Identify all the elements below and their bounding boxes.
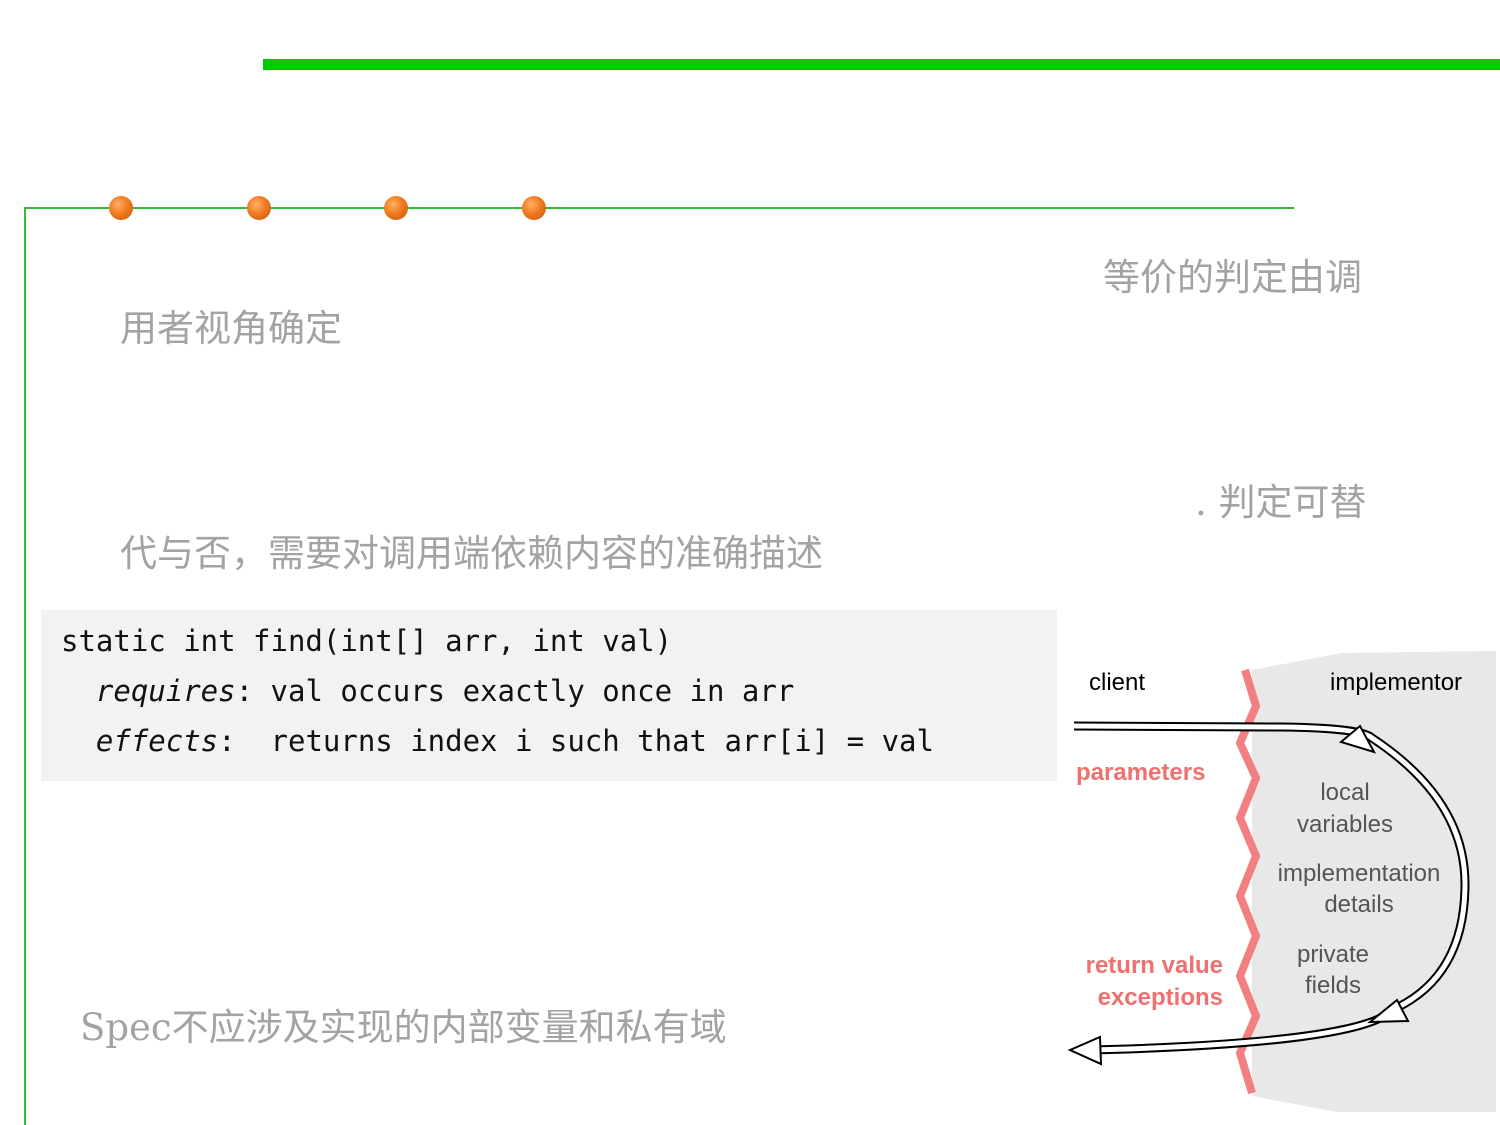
bullet-dot xyxy=(247,196,271,220)
arrowhead-out xyxy=(1067,1035,1103,1066)
label-exceptions: exceptions xyxy=(1098,984,1223,1011)
code-requires-keyword: requires xyxy=(95,674,236,708)
text-line1-right: 等价的判定由调 xyxy=(1103,256,1362,299)
bullet-dot xyxy=(109,196,133,220)
label-implementation: implementation xyxy=(1278,860,1441,887)
code-requires-line: requires: val occurs exactly once in arr xyxy=(61,677,794,706)
code-effects-keyword: effects xyxy=(95,724,219,758)
frame-top-line xyxy=(24,207,1294,209)
label-fields: fields xyxy=(1305,972,1361,999)
label-return-value: return value xyxy=(1086,952,1223,979)
label-parameters: parameters xyxy=(1076,759,1205,786)
frame-left-line xyxy=(24,207,26,1125)
label-variables: variables xyxy=(1297,811,1393,838)
code-block: static int find(int[] arr, int val) requ… xyxy=(41,610,1057,781)
text-line1-left: 用者视角确定 xyxy=(120,307,342,350)
label-private: private xyxy=(1297,941,1369,968)
bullet-dot xyxy=(522,196,546,220)
label-local: local xyxy=(1320,779,1369,806)
client-implementor-diagram: client implementor parameters return val… xyxy=(1067,651,1496,1112)
label-details: details xyxy=(1324,891,1393,918)
bullet-dot xyxy=(384,196,408,220)
text-line2-right: . 判定可替 xyxy=(1195,481,1367,524)
text-line2-left: 代与否，需要对调用端依赖内容的准确描述 xyxy=(120,532,823,575)
code-effects-text: : returns index i such that arr[i] = val xyxy=(218,724,934,758)
code-effects-line: effects: returns index i such that arr[i… xyxy=(61,727,934,756)
top-green-bar xyxy=(263,59,1500,70)
code-signature: static int find(int[] arr, int val) xyxy=(61,624,673,658)
text-bottom: Spec不应涉及实现的内部变量和私有域 xyxy=(80,1006,727,1049)
label-implementor: implementor xyxy=(1330,669,1462,696)
label-client: client xyxy=(1089,669,1145,696)
code-requires-text: : val occurs exactly once in arr xyxy=(235,674,795,708)
